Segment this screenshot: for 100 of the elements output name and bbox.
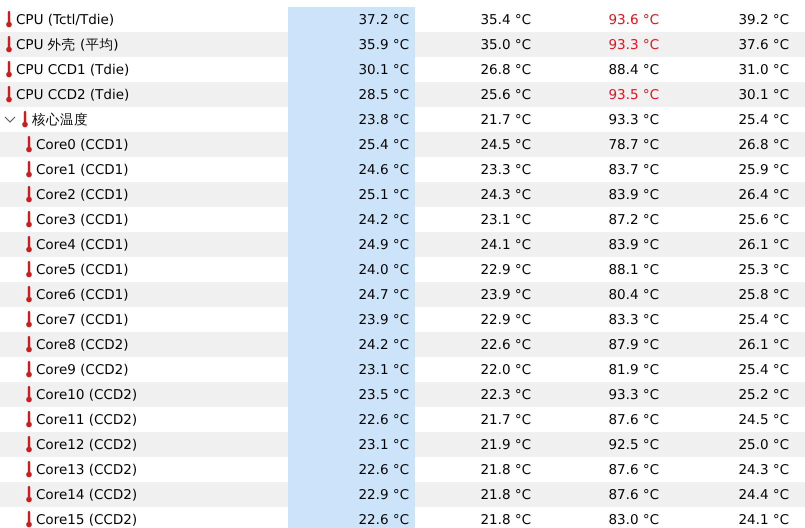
- thermometer-icon: [26, 186, 32, 203]
- average-value: 24.5 °C: [737, 412, 790, 428]
- thermometer-icon: [22, 111, 28, 128]
- sensor-name: Core4 (CCD1): [36, 236, 128, 252]
- min-value: 35.0 °C: [479, 36, 532, 52]
- average-value: 25.6 °C: [737, 212, 790, 228]
- average-value: 25.0 °C: [737, 436, 790, 452]
- average-value: 26.8 °C: [737, 136, 790, 152]
- current-value: 23.5 °C: [288, 382, 415, 407]
- max-value: 88.1 °C: [607, 262, 660, 278]
- average-value: 26.4 °C: [737, 186, 790, 202]
- sensor-name: Core2 (CCD1): [36, 186, 128, 202]
- sensor-name: Core11 (CCD2): [36, 412, 138, 428]
- sensor-name: Core14 (CCD2): [36, 486, 138, 502]
- thermometer-icon: [26, 311, 32, 328]
- sensor-name: 核心温度: [32, 110, 88, 128]
- current-value: 24.6 °C: [288, 157, 415, 182]
- max-value: 87.2 °C: [607, 212, 660, 228]
- sensor-name: Core5 (CCD1): [36, 262, 128, 278]
- thermometer-icon: [26, 486, 32, 503]
- max-value: 87.9 °C: [607, 336, 660, 352]
- sensor-name: Core15 (CCD2): [36, 512, 138, 528]
- average-value: 37.6 °C: [737, 36, 790, 52]
- average-value: 25.9 °C: [737, 162, 790, 178]
- max-value: 93.3 °C: [607, 36, 660, 52]
- current-value: 22.6 °C: [288, 457, 415, 482]
- max-value: 81.9 °C: [607, 362, 660, 378]
- min-value: 21.8 °C: [479, 512, 532, 528]
- thermometer-icon: [26, 286, 32, 303]
- max-value: 83.3 °C: [607, 312, 660, 328]
- average-value: 25.4 °C: [737, 312, 790, 328]
- max-value: 83.9 °C: [607, 236, 660, 252]
- current-value: 24.7 °C: [288, 282, 415, 307]
- max-value: 80.4 °C: [607, 286, 660, 302]
- average-value: 25.3 °C: [737, 262, 790, 278]
- thermometer-icon: [26, 436, 32, 453]
- min-value: 22.9 °C: [479, 262, 532, 278]
- thermometer-icon: [26, 211, 32, 228]
- min-value: 35.4 °C: [479, 12, 532, 28]
- thermometer-icon: [26, 361, 32, 378]
- sensor-name: Core1 (CCD1): [36, 162, 128, 178]
- max-value: 78.7 °C: [607, 136, 660, 152]
- current-value: 22.9 °C: [288, 482, 415, 507]
- sensor-name: Core7 (CCD1): [36, 312, 128, 328]
- thermometer-icon: [26, 411, 32, 428]
- thermometer-icon: [26, 336, 32, 353]
- sensor-name: CPU (Tctl/Tdie): [16, 12, 114, 28]
- sensor-name: Core3 (CCD1): [36, 212, 128, 228]
- average-value: 25.4 °C: [737, 362, 790, 378]
- min-value: 23.3 °C: [479, 162, 532, 178]
- thermometer-icon: [6, 11, 12, 28]
- average-value: 39.2 °C: [737, 12, 790, 28]
- min-value: 24.1 °C: [479, 236, 532, 252]
- current-value: 22.6 °C: [288, 407, 415, 432]
- sensor-name: Core10 (CCD2): [36, 386, 138, 402]
- sensor-name: Core13 (CCD2): [36, 462, 138, 478]
- sensor-name: Core0 (CCD1): [36, 136, 128, 152]
- average-value: 31.0 °C: [737, 62, 790, 78]
- thermometer-icon: [26, 461, 32, 478]
- min-value: 23.9 °C: [479, 286, 532, 302]
- current-value: 23.1 °C: [288, 432, 415, 457]
- thermometer-icon: [26, 136, 32, 153]
- current-value: 23.1 °C: [288, 357, 415, 382]
- current-value: 30.1 °C: [288, 57, 415, 82]
- min-value: 21.8 °C: [479, 486, 532, 502]
- thermometer-icon: [6, 36, 12, 53]
- min-value: 23.1 °C: [479, 212, 532, 228]
- thermometer-icon: [26, 161, 32, 178]
- average-value: 25.2 °C: [737, 386, 790, 402]
- chevron-icon[interactable]: [4, 116, 16, 124]
- thermometer-icon: [6, 61, 12, 78]
- sensor-name: Core12 (CCD2): [36, 436, 138, 452]
- max-value: 87.6 °C: [607, 486, 660, 502]
- max-value: 93.3 °C: [607, 112, 660, 128]
- current-value: 28.5 °C: [288, 82, 415, 107]
- average-value: 25.8 °C: [737, 286, 790, 302]
- current-value: 22.6 °C: [288, 507, 415, 528]
- sensor-name: Core9 (CCD2): [36, 362, 128, 378]
- current-value: 24.9 °C: [288, 232, 415, 257]
- max-value: 87.6 °C: [607, 412, 660, 428]
- current-value: 37.2 °C: [288, 7, 415, 32]
- average-value: 30.1 °C: [737, 86, 790, 102]
- min-value: 21.7 °C: [479, 412, 532, 428]
- max-value: 93.3 °C: [607, 386, 660, 402]
- max-value: 92.5 °C: [607, 436, 660, 452]
- thermometer-icon: [26, 261, 32, 278]
- sensor-name: Core6 (CCD1): [36, 286, 128, 302]
- sensor-name: CPU 外壳 (平均): [16, 36, 119, 54]
- max-value: 88.4 °C: [607, 62, 660, 78]
- current-value: 35.9 °C: [288, 32, 415, 57]
- min-value: 22.3 °C: [479, 386, 532, 402]
- max-value: 83.0 °C: [607, 512, 660, 528]
- average-value: 24.1 °C: [737, 512, 790, 528]
- thermometer-icon: [26, 386, 32, 403]
- thermometer-icon: [26, 511, 32, 528]
- current-value: 25.4 °C: [288, 132, 415, 157]
- current-value: 24.0 °C: [288, 257, 415, 282]
- average-value: 25.4 °C: [737, 112, 790, 128]
- min-value: 25.6 °C: [479, 86, 532, 102]
- average-value: 26.1 °C: [737, 236, 790, 252]
